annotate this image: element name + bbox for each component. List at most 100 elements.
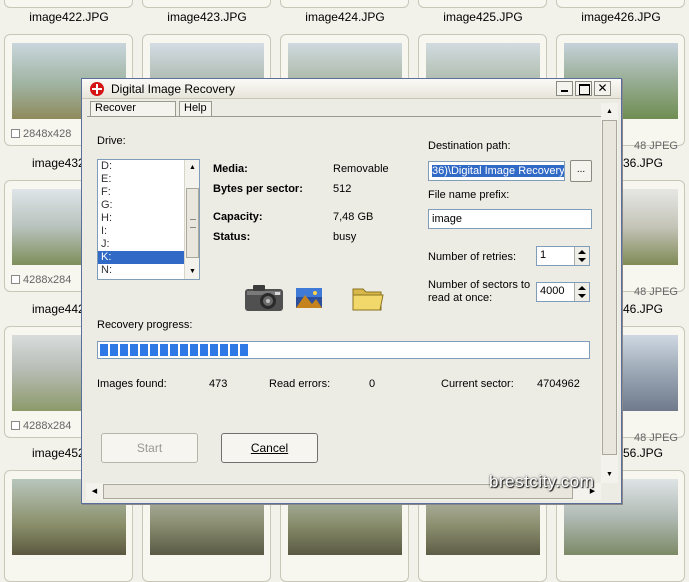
dialog-vertical-scrollbar[interactable]: ▲ ▼ [601,103,618,483]
progress-block [190,344,198,356]
capacity-value: 7,48 GB [333,211,374,223]
start-button[interactable]: Start [101,433,198,463]
window-title: Digital Image Recovery [111,82,236,96]
thumbnail-label[interactable]: image452 [32,446,85,460]
scroll-thumb[interactable] [186,188,199,258]
sectors-label-line2: read at once: [428,292,493,304]
image-dimensions: 2848x428 [23,128,72,140]
close-button[interactable]: ✕ [594,81,611,96]
current-sector-value: 4704962 [537,378,580,390]
thumbnail-checkbox[interactable] [11,275,20,284]
thumbnail-checkbox[interactable] [11,421,20,430]
drive-list-item[interactable]: G: [98,199,184,212]
drive-list-item[interactable]: E: [98,173,184,186]
scroll-up-arrow-icon[interactable]: ▲ [602,104,617,119]
thumbnail-label[interactable]: image423.JPG [143,10,271,24]
thumbnail-label[interactable]: image424.JPG [281,10,409,24]
progress-block [160,344,168,356]
progress-block [130,344,138,356]
minimize-button[interactable] [556,81,573,96]
image-format: 48 JPEG [633,432,678,444]
destination-path-field[interactable]: 36)\Digital Image Recovery\ [428,161,565,181]
cancel-button[interactable]: Cancel [221,433,318,463]
progress-block [240,344,248,356]
drive-list-item[interactable]: J: [98,238,184,251]
media-value: Removable [333,163,389,175]
scroll-down-arrow-icon[interactable]: ▼ [185,264,199,279]
thumbnail-checkbox[interactable] [11,129,20,138]
current-sector-label: Current sector: [441,378,514,390]
drive-list-scrollbar[interactable]: ▲ ▼ [184,160,199,279]
thumbnail-tile[interactable] [556,0,685,8]
tab-recover-images[interactable]: Recover images [90,101,176,117]
tab-help[interactable]: Help [179,101,212,117]
resize-grip[interactable] [601,483,618,500]
read-errors-label: Read errors: [269,378,331,390]
maximize-button[interactable] [575,81,592,96]
drive-label: Drive: [97,135,126,147]
number-of-retries-label: Number of retries: [428,251,517,263]
watermark: brestcity.com [489,472,595,491]
progress-block [200,344,208,356]
digital-image-recovery-dialog: Digital Image Recovery ✕ Recover images … [81,78,622,504]
image-dimensions: 4288x284 [23,274,72,286]
progress-block [100,344,108,356]
drive-list-item[interactable]: N: [98,264,184,277]
destination-path-label: Destination path: [428,140,511,152]
drive-listbox[interactable]: D: E: F: G: H: I: J: K: N: ▲ ▼ [97,159,200,280]
recovery-progress-bar [97,341,590,359]
progress-block [180,344,188,356]
scroll-down-arrow-icon[interactable]: ▼ [602,467,617,482]
images-found-label: Images found: [97,378,167,390]
progress-block [230,344,238,356]
file-name-prefix-label: File name prefix: [428,189,510,201]
thumbnail-tile[interactable] [280,0,409,8]
image-format: 48 JPEG [633,286,678,298]
scroll-left-arrow-icon[interactable]: ◀ [87,484,102,499]
scroll-thumb[interactable] [602,120,617,455]
thumbnail-label[interactable]: 46.JPG [623,302,663,316]
spin-down-icon[interactable] [578,294,586,298]
drive-list-item[interactable]: F: [98,186,184,199]
status-label: Status: [213,231,251,243]
spin-down-icon[interactable] [578,258,586,262]
drive-list-item[interactable]: D: [98,160,184,173]
spin-up-icon[interactable] [578,250,586,254]
thumbnail-label[interactable]: image425.JPG [419,10,547,24]
file-name-prefix-field[interactable]: image [428,209,592,229]
retries-spinner[interactable]: 1 [536,246,590,266]
progress-block [140,344,148,356]
drive-list-item[interactable]: H: [98,212,184,225]
image-dimensions: 4288x284 [23,420,72,432]
photo-icon [296,288,322,308]
drive-list-item[interactable]: I: [98,225,184,238]
thumbnail-tile[interactable] [418,0,547,8]
spin-up-icon[interactable] [578,286,586,290]
thumbnail-label[interactable]: 56.JPG [623,446,663,460]
drive-list-item[interactable]: K: [98,251,184,264]
media-label: Media: [213,163,248,175]
bytes-per-sector-label: Bytes per sector: [213,183,303,195]
thumbnail-tile[interactable] [142,0,271,8]
progress-block [210,344,218,356]
progress-block [150,344,158,356]
sectors-label-line1: Number of sectors to [428,279,531,291]
thumbnail-label[interactable]: image422.JPG [5,10,133,24]
image-format: 48 JPEG [633,140,678,152]
progress-block [120,344,128,356]
thumbnail-label[interactable]: image432 [32,156,85,170]
sectors-spinner[interactable]: 4000 [536,282,590,302]
images-found-value: 473 [209,378,228,390]
thumbnail-label[interactable]: 36.JPG [623,156,663,170]
thumbnail-label[interactable]: image442 [32,302,85,316]
thumbnail-tile[interactable] [4,0,133,8]
app-red-cross-icon [90,82,104,96]
thumbnail-label[interactable]: image426.JPG [557,10,685,24]
title-bar[interactable]: Digital Image Recovery ✕ [82,79,621,99]
browse-button[interactable]: ... [570,160,592,182]
scroll-up-arrow-icon[interactable]: ▲ [185,160,199,175]
folder-icon[interactable] [351,284,385,312]
progress-block [110,344,118,356]
status-value: busy [333,231,357,243]
capacity-label: Capacity: [213,211,263,223]
